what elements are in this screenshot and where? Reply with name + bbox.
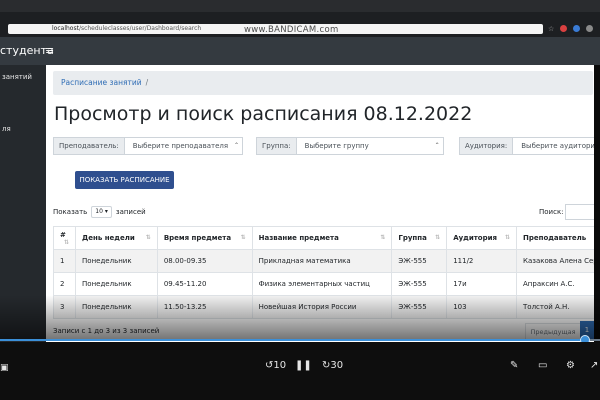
caption-icon[interactable]: ▭ — [538, 360, 547, 372]
table-row: 2 Понедельник 09.45-11.20 Физика элемент… — [52, 272, 594, 296]
breadcrumb-item-schedule[interactable]: Расписание занятий — [53, 78, 142, 87]
table-cell: Новейшая История России — [251, 295, 393, 319]
table-row: 1 Понедельник 08.00-09.35 Прикладная мат… — [52, 249, 594, 273]
table-cell: Толстой А.Н. — [516, 295, 594, 319]
extension-red-icon[interactable] — [560, 25, 568, 32]
tab-strip — [0, 0, 600, 12]
schedule-table: # ⇅ День недели ⇅ Время предмета ⇅ Название… — [52, 226, 594, 319]
table-cell: 17и — [446, 272, 518, 296]
column-header-teacher[interactable]: Преподаватель — [516, 226, 594, 250]
room-filter-label: Аудитория: — [459, 137, 513, 155]
table-cell: 08.00-09.35 — [156, 249, 253, 273]
recording-watermark: www.BANDICAM.com — [244, 25, 339, 35]
forward-icon[interactable]: ↻30 — [322, 360, 343, 372]
table-cell: 11.50-13.25 — [156, 295, 253, 319]
sort-icon: ⇅ — [64, 238, 70, 246]
settings-icon[interactable]: ⚙ — [566, 360, 575, 372]
extension-blue-icon[interactable] — [573, 25, 581, 32]
search-label: Поиск: — [539, 208, 564, 216]
browser-chrome: localhost/scheduleclasses/user/Dashboard… — [0, 0, 600, 37]
table-cell: 09.45-11.20 — [156, 272, 253, 296]
entries-label: записей — [115, 208, 146, 216]
pause-icon[interactable]: ❚❚ — [295, 360, 312, 372]
main-content: Расписание занятий / Просмотр и поиск рас… — [46, 65, 594, 375]
table-cell: ЭЖ-555 — [391, 295, 448, 319]
table-cell: Апраксин А.С. — [516, 272, 594, 296]
bookmark-star-icon[interactable]: ☆ — [548, 25, 554, 33]
table-row: 3 Понедельник 11.50-13.25 Новейшая Истор… — [52, 295, 594, 319]
column-header-subject[interactable]: Название предмета ⇅ — [251, 226, 393, 250]
page-title: Просмотр и поиск расписания 08.12.2022 — [54, 103, 473, 125]
table-cell: ЭЖ-555 — [391, 272, 448, 296]
breadcrumb-separator: / — [145, 78, 149, 87]
rewind-icon[interactable]: ↺10 — [265, 360, 286, 372]
table-cell: Физика элементарных частиц — [251, 272, 393, 296]
table-cell: 2 — [52, 272, 77, 296]
sort-icon: ⇅ — [435, 234, 441, 241]
table-cell: 1 — [52, 249, 77, 273]
page-length-select[interactable]: 10 ▾ — [91, 206, 112, 218]
teacher-filter: Преподаватель: Выберите преподавателя ⌃ — [53, 137, 243, 155]
show-schedule-button[interactable]: ПОКАЗАТЬ РАСПИСАНИЕ — [75, 171, 174, 189]
group-select[interactable]: Выберите группу ⌃ — [295, 137, 444, 155]
table-cell: 103 — [446, 295, 518, 319]
sort-icon: ⇅ — [504, 234, 511, 241]
table-cell: Понедельник — [75, 295, 158, 319]
pen-icon[interactable]: ✎ — [510, 360, 518, 372]
chevron-down-icon: ⌃ — [233, 142, 239, 149]
profile-icon[interactable] — [586, 25, 594, 32]
table-cell: Понедельник — [75, 249, 158, 273]
column-header-room[interactable]: Аудитория ⇅ — [446, 226, 518, 250]
chevron-down-icon: ⌃ — [434, 142, 440, 149]
table-info: Записи с 1 до 3 из 3 записей — [53, 327, 160, 335]
breadcrumb: Расписание занятий / — [53, 71, 593, 95]
search-input[interactable] — [565, 204, 594, 220]
sort-icon: ⇅ — [240, 234, 246, 241]
room-filter: Аудитория: Выберите аудиторию — [459, 137, 594, 155]
teacher-filter-label: Преподаватель: — [53, 137, 124, 155]
room-select-value: Выберите аудиторию — [521, 142, 594, 150]
rewind-seconds: 10 — [273, 360, 287, 371]
expand-icon[interactable]: ↗ — [590, 360, 598, 372]
group-filter: Группа: Выберите группу ⌃ — [256, 137, 446, 155]
table-header-row: # ⇅ День недели ⇅ Время предмета ⇅ Название… — [52, 226, 594, 250]
page-length-control: Показать 10 ▾ записей — [53, 206, 146, 218]
video-player-controls: ▣ ↺10 ❚❚ ↻30 ✎ ▭ ⚙ ↗ — [0, 342, 600, 400]
sort-icon: ⇅ — [380, 234, 386, 241]
hamburger-icon[interactable]: ≡ — [45, 45, 54, 57]
page-length-value: 10 — [95, 208, 103, 215]
url-text: localhost/scheduleclasses/user/Dashboard… — [52, 25, 202, 32]
show-label: Показать — [53, 208, 88, 216]
app-header: студента ≡ — [0, 37, 600, 65]
column-header-time[interactable]: Время предмета ⇅ — [156, 226, 253, 250]
table-cell: Прикладная математика — [251, 249, 393, 273]
forward-seconds: 30 — [330, 360, 344, 371]
group-select-value: Выберите группу — [304, 142, 369, 150]
table-cell: Казакова Алена Серг — [516, 249, 594, 273]
table-cell: Понедельник — [75, 272, 158, 296]
fullscreen-exit-icon[interactable]: ▣ — [0, 362, 9, 374]
group-filter-label: Группа: — [256, 137, 296, 155]
video-progress-fill — [0, 339, 585, 341]
column-header-group[interactable]: Группа ⇅ — [391, 226, 448, 250]
browser-toolbar-icons: ☆ — [548, 24, 594, 34]
sidebar-item-schedule[interactable]: занятий — [2, 73, 32, 81]
sort-icon: ⇅ — [145, 234, 151, 241]
column-header-day[interactable]: День недели ⇅ — [75, 226, 158, 250]
column-header-number[interactable]: # ⇅ — [52, 226, 77, 250]
room-select[interactable]: Выберите аудиторию — [512, 137, 594, 155]
table-cell: 3 — [52, 295, 77, 319]
teacher-select[interactable]: Выберите преподавателя ⌃ — [123, 137, 243, 155]
table-cell: 111/2 — [446, 249, 518, 273]
teacher-select-value: Выберите преподавателя — [132, 142, 229, 150]
table-cell: ЭЖ-555 — [391, 249, 448, 273]
sidebar-item-second[interactable]: ля — [2, 125, 11, 133]
